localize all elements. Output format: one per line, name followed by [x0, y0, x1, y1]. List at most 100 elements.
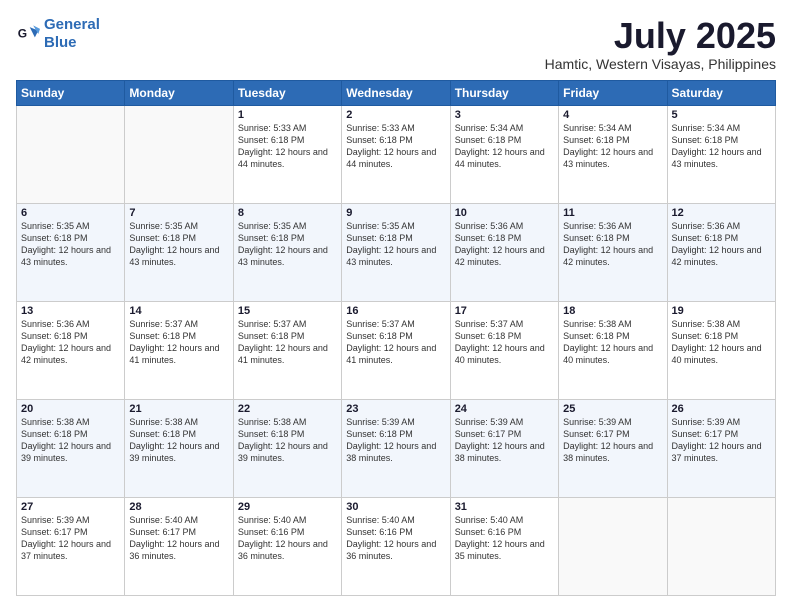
- day-number: 19: [672, 305, 771, 317]
- table-row: 5Sunrise: 5:34 AMSunset: 6:18 PMDaylight…: [667, 105, 775, 203]
- day-info: Sunrise: 5:38 AMSunset: 6:18 PMDaylight:…: [238, 416, 337, 465]
- table-row: 23Sunrise: 5:39 AMSunset: 6:18 PMDayligh…: [342, 399, 450, 497]
- table-row: 18Sunrise: 5:38 AMSunset: 6:18 PMDayligh…: [559, 301, 667, 399]
- day-info: Sunrise: 5:36 AMSunset: 6:18 PMDaylight:…: [21, 318, 120, 367]
- table-row: 27Sunrise: 5:39 AMSunset: 6:17 PMDayligh…: [17, 497, 125, 595]
- col-saturday: Saturday: [667, 80, 775, 105]
- table-row: 4Sunrise: 5:34 AMSunset: 6:18 PMDaylight…: [559, 105, 667, 203]
- table-row: 31Sunrise: 5:40 AMSunset: 6:16 PMDayligh…: [450, 497, 558, 595]
- table-row: 20Sunrise: 5:38 AMSunset: 6:18 PMDayligh…: [17, 399, 125, 497]
- day-number: 16: [346, 305, 445, 317]
- table-row: 13Sunrise: 5:36 AMSunset: 6:18 PMDayligh…: [17, 301, 125, 399]
- day-number: 11: [563, 207, 662, 219]
- table-row: 2Sunrise: 5:33 AMSunset: 6:18 PMDaylight…: [342, 105, 450, 203]
- col-sunday: Sunday: [17, 80, 125, 105]
- day-number: 5: [672, 109, 771, 121]
- day-number: 14: [129, 305, 228, 317]
- day-number: 20: [21, 403, 120, 415]
- day-info: Sunrise: 5:38 AMSunset: 6:18 PMDaylight:…: [21, 416, 120, 465]
- table-row: [559, 497, 667, 595]
- calendar-week-row: 27Sunrise: 5:39 AMSunset: 6:17 PMDayligh…: [17, 497, 776, 595]
- day-info: Sunrise: 5:39 AMSunset: 6:17 PMDaylight:…: [672, 416, 771, 465]
- day-info: Sunrise: 5:39 AMSunset: 6:17 PMDaylight:…: [21, 514, 120, 563]
- day-info: Sunrise: 5:34 AMSunset: 6:18 PMDaylight:…: [563, 122, 662, 171]
- day-info: Sunrise: 5:36 AMSunset: 6:18 PMDaylight:…: [563, 220, 662, 269]
- day-number: 12: [672, 207, 771, 219]
- day-number: 23: [346, 403, 445, 415]
- col-monday: Monday: [125, 80, 233, 105]
- table-row: [17, 105, 125, 203]
- day-number: 29: [238, 501, 337, 513]
- day-number: 2: [346, 109, 445, 121]
- subtitle: Hamtic, Western Visayas, Philippines: [545, 56, 776, 72]
- day-number: 9: [346, 207, 445, 219]
- main-title: July 2025: [545, 16, 776, 56]
- day-info: Sunrise: 5:35 AMSunset: 6:18 PMDaylight:…: [238, 220, 337, 269]
- day-number: 31: [455, 501, 554, 513]
- day-info: Sunrise: 5:36 AMSunset: 6:18 PMDaylight:…: [455, 220, 554, 269]
- day-number: 24: [455, 403, 554, 415]
- table-row: [667, 497, 775, 595]
- day-info: Sunrise: 5:38 AMSunset: 6:18 PMDaylight:…: [563, 318, 662, 367]
- day-info: Sunrise: 5:40 AMSunset: 6:17 PMDaylight:…: [129, 514, 228, 563]
- col-friday: Friday: [559, 80, 667, 105]
- table-row: 28Sunrise: 5:40 AMSunset: 6:17 PMDayligh…: [125, 497, 233, 595]
- title-section: July 2025 Hamtic, Western Visayas, Phili…: [545, 16, 776, 72]
- day-info: Sunrise: 5:38 AMSunset: 6:18 PMDaylight:…: [129, 416, 228, 465]
- table-row: 11Sunrise: 5:36 AMSunset: 6:18 PMDayligh…: [559, 203, 667, 301]
- day-number: 3: [455, 109, 554, 121]
- calendar-table: Sunday Monday Tuesday Wednesday Thursday…: [16, 80, 776, 596]
- table-row: 19Sunrise: 5:38 AMSunset: 6:18 PMDayligh…: [667, 301, 775, 399]
- table-row: 12Sunrise: 5:36 AMSunset: 6:18 PMDayligh…: [667, 203, 775, 301]
- day-number: 21: [129, 403, 228, 415]
- svg-text:G: G: [18, 26, 27, 40]
- table-row: 8Sunrise: 5:35 AMSunset: 6:18 PMDaylight…: [233, 203, 341, 301]
- table-row: 3Sunrise: 5:34 AMSunset: 6:18 PMDaylight…: [450, 105, 558, 203]
- logo: G General Blue: [16, 16, 100, 52]
- day-info: Sunrise: 5:40 AMSunset: 6:16 PMDaylight:…: [455, 514, 554, 563]
- table-row: 21Sunrise: 5:38 AMSunset: 6:18 PMDayligh…: [125, 399, 233, 497]
- day-info: Sunrise: 5:39 AMSunset: 6:17 PMDaylight:…: [563, 416, 662, 465]
- day-number: 1: [238, 109, 337, 121]
- day-info: Sunrise: 5:37 AMSunset: 6:18 PMDaylight:…: [455, 318, 554, 367]
- col-thursday: Thursday: [450, 80, 558, 105]
- col-tuesday: Tuesday: [233, 80, 341, 105]
- calendar-week-row: 6Sunrise: 5:35 AMSunset: 6:18 PMDaylight…: [17, 203, 776, 301]
- calendar-page: G General Blue July 2025 Hamtic, Western…: [0, 0, 792, 612]
- calendar-week-row: 20Sunrise: 5:38 AMSunset: 6:18 PMDayligh…: [17, 399, 776, 497]
- table-row: 9Sunrise: 5:35 AMSunset: 6:18 PMDaylight…: [342, 203, 450, 301]
- day-info: Sunrise: 5:33 AMSunset: 6:18 PMDaylight:…: [238, 122, 337, 171]
- logo-icon: G: [16, 22, 40, 46]
- table-row: 24Sunrise: 5:39 AMSunset: 6:17 PMDayligh…: [450, 399, 558, 497]
- day-number: 8: [238, 207, 337, 219]
- day-info: Sunrise: 5:33 AMSunset: 6:18 PMDaylight:…: [346, 122, 445, 171]
- table-row: [125, 105, 233, 203]
- day-info: Sunrise: 5:34 AMSunset: 6:18 PMDaylight:…: [672, 122, 771, 171]
- day-info: Sunrise: 5:37 AMSunset: 6:18 PMDaylight:…: [346, 318, 445, 367]
- day-number: 17: [455, 305, 554, 317]
- day-info: Sunrise: 5:36 AMSunset: 6:18 PMDaylight:…: [672, 220, 771, 269]
- col-wednesday: Wednesday: [342, 80, 450, 105]
- day-info: Sunrise: 5:34 AMSunset: 6:18 PMDaylight:…: [455, 122, 554, 171]
- calendar-week-row: 13Sunrise: 5:36 AMSunset: 6:18 PMDayligh…: [17, 301, 776, 399]
- day-info: Sunrise: 5:39 AMSunset: 6:17 PMDaylight:…: [455, 416, 554, 465]
- table-row: 16Sunrise: 5:37 AMSunset: 6:18 PMDayligh…: [342, 301, 450, 399]
- table-row: 17Sunrise: 5:37 AMSunset: 6:18 PMDayligh…: [450, 301, 558, 399]
- table-row: 14Sunrise: 5:37 AMSunset: 6:18 PMDayligh…: [125, 301, 233, 399]
- table-row: 26Sunrise: 5:39 AMSunset: 6:17 PMDayligh…: [667, 399, 775, 497]
- day-info: Sunrise: 5:39 AMSunset: 6:18 PMDaylight:…: [346, 416, 445, 465]
- day-info: Sunrise: 5:40 AMSunset: 6:16 PMDaylight:…: [238, 514, 337, 563]
- day-number: 7: [129, 207, 228, 219]
- day-number: 26: [672, 403, 771, 415]
- table-row: 10Sunrise: 5:36 AMSunset: 6:18 PMDayligh…: [450, 203, 558, 301]
- table-row: 7Sunrise: 5:35 AMSunset: 6:18 PMDaylight…: [125, 203, 233, 301]
- table-row: 15Sunrise: 5:37 AMSunset: 6:18 PMDayligh…: [233, 301, 341, 399]
- day-number: 22: [238, 403, 337, 415]
- header: G General Blue July 2025 Hamtic, Western…: [16, 16, 776, 72]
- day-info: Sunrise: 5:35 AMSunset: 6:18 PMDaylight:…: [346, 220, 445, 269]
- day-number: 30: [346, 501, 445, 513]
- day-number: 15: [238, 305, 337, 317]
- day-info: Sunrise: 5:35 AMSunset: 6:18 PMDaylight:…: [21, 220, 120, 269]
- day-number: 6: [21, 207, 120, 219]
- day-number: 25: [563, 403, 662, 415]
